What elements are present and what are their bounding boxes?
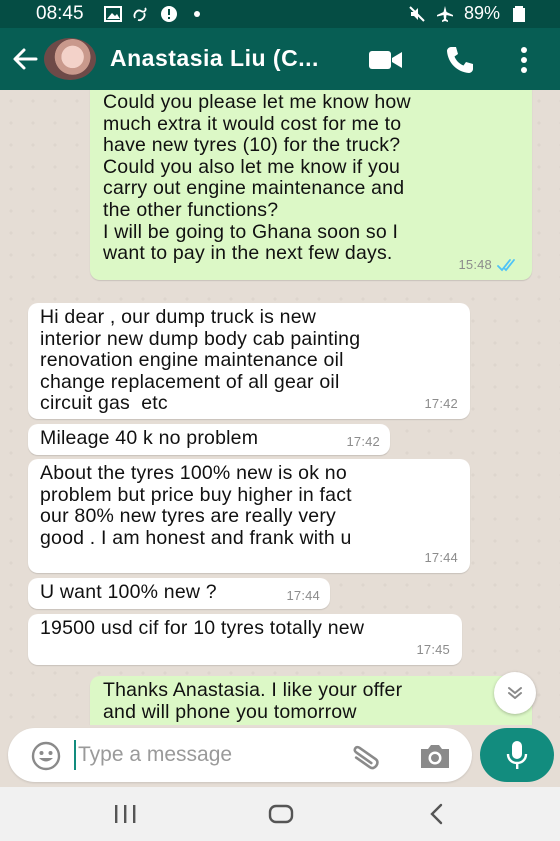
emoji-icon[interactable] [30,740,62,772]
message-time: 17:42 [346,434,380,450]
message-incoming[interactable]: Mileage 40 k no problem 17:42 [28,424,390,455]
read-ticks-icon [497,259,515,272]
attach-icon[interactable] [348,740,382,772]
message-text: Hi dear , our dump truck is new interior… [40,306,361,415]
back-arrow-icon[interactable] [10,44,40,74]
message-time: 17:44 [286,588,320,604]
message-time: 17:42 [424,396,458,412]
message-incoming[interactable]: U want 100% new ? 17:44 [28,578,330,609]
contact-name[interactable]: Anastasia Liu (C... [110,45,319,72]
phone-icon[interactable] [444,44,476,76]
chat-messages[interactable]: Could you please let me know how much ex… [0,90,560,725]
message-input-container[interactable] [8,728,472,782]
alert-icon [161,6,177,22]
home-icon[interactable] [268,804,294,824]
message-incoming[interactable]: 19500 usd cif for 10 tyres totally new 1… [28,614,462,665]
airplane-icon [436,5,453,22]
more-vert-icon[interactable] [514,44,534,76]
status-bar: 08:45 89% [0,0,560,28]
chevron-double-down-icon [508,687,522,699]
message-outgoing[interactable]: Could you please let me know how much ex… [90,90,532,280]
message-incoming[interactable]: Hi dear , our dump truck is new interior… [28,303,470,419]
message-text: Thanks Anastasia. I like your offer and … [103,679,403,723]
message-input[interactable] [74,740,334,770]
mic-button[interactable] [480,728,554,782]
message-text: U want 100% new ? [40,581,217,603]
recent-apps-icon[interactable] [112,804,138,824]
back-icon[interactable] [428,803,444,825]
compose-bar [0,725,560,787]
message-text: Could you please let me know how much ex… [103,91,411,265]
chat-header: Anastasia Liu (C... [0,28,560,90]
avatar[interactable] [44,38,96,80]
message-text: 19500 usd cif for 10 tyres totally new [40,617,365,639]
system-nav-bar [0,787,560,841]
camera-icon[interactable] [418,742,452,770]
message-incoming[interactable]: About the tyres 100% new is ok no proble… [28,459,470,573]
link-icon [133,7,147,22]
battery-percent: 89% [463,3,500,23]
video-call-icon[interactable] [368,48,404,72]
battery-icon [513,5,525,22]
message-time: 17:45 [416,642,450,658]
status-time: 08:45 [36,3,84,24]
scroll-down-button[interactable] [494,672,536,714]
dot-icon [194,11,200,17]
message-text: Mileage 40 k no problem [40,427,259,449]
mute-icon [409,5,425,22]
message-outgoing[interactable]: Thanks Anastasia. I like your offer and … [90,676,532,725]
message-text: About the tyres 100% new is ok no proble… [40,462,352,549]
image-icon [104,6,122,22]
message-time: 17:44 [424,550,458,566]
message-time: 15:48 [458,257,492,273]
mic-icon [506,741,528,769]
